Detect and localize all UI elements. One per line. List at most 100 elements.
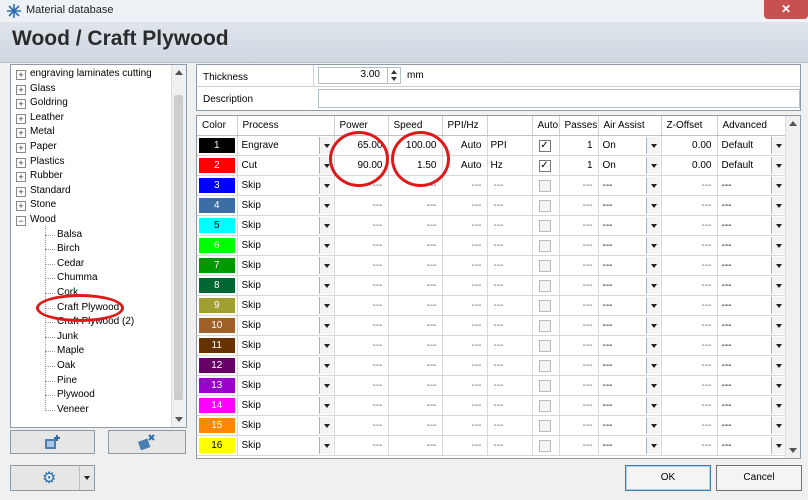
speed-cell[interactable]: --- [388,215,443,236]
process-select[interactable]: Skip [239,217,333,234]
dropdown-button[interactable] [318,197,333,214]
description-input[interactable] [318,89,800,108]
air-assist-cell[interactable]: --- [598,375,662,396]
dropdown-button[interactable] [770,377,785,394]
air-assist-select[interactable]: On [600,137,660,154]
process-select[interactable]: Skip [239,437,333,454]
ppi-cell[interactable]: --- [442,355,488,376]
ppi-cell[interactable]: --- [442,275,488,296]
dropdown-button[interactable] [770,217,785,234]
advanced-select[interactable]: --- [719,237,785,254]
process-select[interactable]: Skip [239,377,333,394]
settings-dropdown-button[interactable] [79,466,94,490]
air-assist-select[interactable]: --- [600,337,660,354]
advanced-select[interactable]: --- [719,197,785,214]
color-cell[interactable]: 7 [197,255,238,276]
advanced-select[interactable]: --- [719,297,785,314]
cancel-button[interactable]: Cancel [716,465,802,491]
ok-button[interactable]: OK [625,465,711,491]
dropdown-button[interactable] [645,357,660,374]
color-cell[interactable]: 2 [197,155,238,176]
auto-checkbox[interactable] [538,260,551,272]
advanced-select[interactable]: Default [719,157,785,174]
air-assist-select[interactable]: --- [600,317,660,334]
air-assist-select[interactable]: --- [600,397,660,414]
passes-cell[interactable]: --- [559,395,599,416]
expand-icon[interactable]: + [16,113,26,124]
ppi-cell[interactable]: --- [442,435,488,456]
dropdown-button[interactable] [770,397,785,414]
advanced-cell[interactable]: --- [717,335,787,356]
expand-icon[interactable]: + [16,84,26,95]
auto-cell[interactable]: ✓ [532,155,560,176]
air-assist-cell[interactable]: --- [598,175,662,196]
z-offset-cell[interactable]: --- [661,415,718,436]
speed-cell[interactable]: --- [388,335,443,356]
advanced-select[interactable]: --- [719,257,785,274]
tree-scroll-thumb[interactable] [174,95,183,400]
ppi-cell[interactable]: --- [442,315,488,336]
expand-icon[interactable]: + [16,186,26,197]
process-select[interactable]: Skip [239,397,333,414]
process-cell[interactable]: Cut [237,155,335,176]
process-select[interactable]: Skip [239,337,333,354]
close-button[interactable]: ✕ [764,0,808,19]
speed-cell[interactable]: --- [388,435,443,456]
air-assist-cell[interactable]: On [598,155,662,176]
process-select[interactable]: Cut [239,157,333,174]
advanced-select[interactable]: --- [719,217,785,234]
process-cell[interactable]: Skip [237,375,335,396]
auto-checkbox[interactable] [538,300,551,312]
dropdown-button[interactable] [770,357,785,374]
ppi-cell[interactable]: --- [442,235,488,256]
air-assist-cell[interactable]: --- [598,275,662,296]
air-assist-select[interactable]: --- [600,357,660,374]
air-assist-select[interactable]: --- [600,217,660,234]
dropdown-button[interactable] [645,177,660,194]
passes-cell[interactable]: --- [559,415,599,436]
process-cell[interactable]: Skip [237,295,335,316]
passes-cell[interactable]: --- [559,435,599,456]
scroll-down-icon[interactable] [789,448,797,453]
auto-cell[interactable] [532,255,560,276]
process-select[interactable]: Engrave [239,137,333,154]
collapse-icon[interactable]: − [16,216,26,226]
color-cell[interactable]: 4 [197,195,238,216]
color-cell[interactable]: 12 [197,355,238,376]
power-cell[interactable]: --- [334,435,389,456]
ppi-cell[interactable]: --- [442,175,488,196]
process-cell[interactable]: Skip [237,435,335,456]
auto-checkbox[interactable] [538,240,551,252]
air-assist-select[interactable]: --- [600,437,660,454]
auto-cell[interactable] [532,315,560,336]
spin-down-icon[interactable] [391,77,397,81]
speed-cell[interactable]: --- [388,315,443,336]
expand-icon[interactable]: + [16,128,26,139]
passes-cell[interactable]: --- [559,175,599,196]
color-cell[interactable]: 13 [197,375,238,396]
process-select[interactable]: Skip [239,357,333,374]
z-offset-cell[interactable]: --- [661,355,718,376]
advanced-select[interactable]: --- [719,437,785,454]
air-assist-cell[interactable]: --- [598,415,662,436]
dropdown-button[interactable] [318,377,333,394]
dropdown-button[interactable] [645,237,660,254]
process-cell[interactable]: Skip [237,355,335,376]
dropdown-button[interactable] [645,337,660,354]
advanced-cell[interactable]: --- [717,435,787,456]
passes-cell[interactable]: --- [559,235,599,256]
auto-cell[interactable] [532,175,560,196]
scroll-up-icon[interactable] [175,70,183,75]
process-select[interactable]: Skip [239,277,333,294]
auto-checkbox[interactable]: ✓ [538,140,551,152]
power-cell[interactable]: --- [334,235,389,256]
dropdown-button[interactable] [770,277,785,294]
process-cell[interactable]: Skip [237,315,335,336]
scroll-down-icon[interactable] [175,417,183,422]
dropdown-button[interactable] [645,257,660,274]
auto-checkbox[interactable] [538,180,551,192]
auto-cell[interactable] [532,195,560,216]
thickness-spinner[interactable] [387,68,400,83]
speed-cell[interactable]: --- [388,415,443,436]
advanced-select[interactable]: --- [719,397,785,414]
